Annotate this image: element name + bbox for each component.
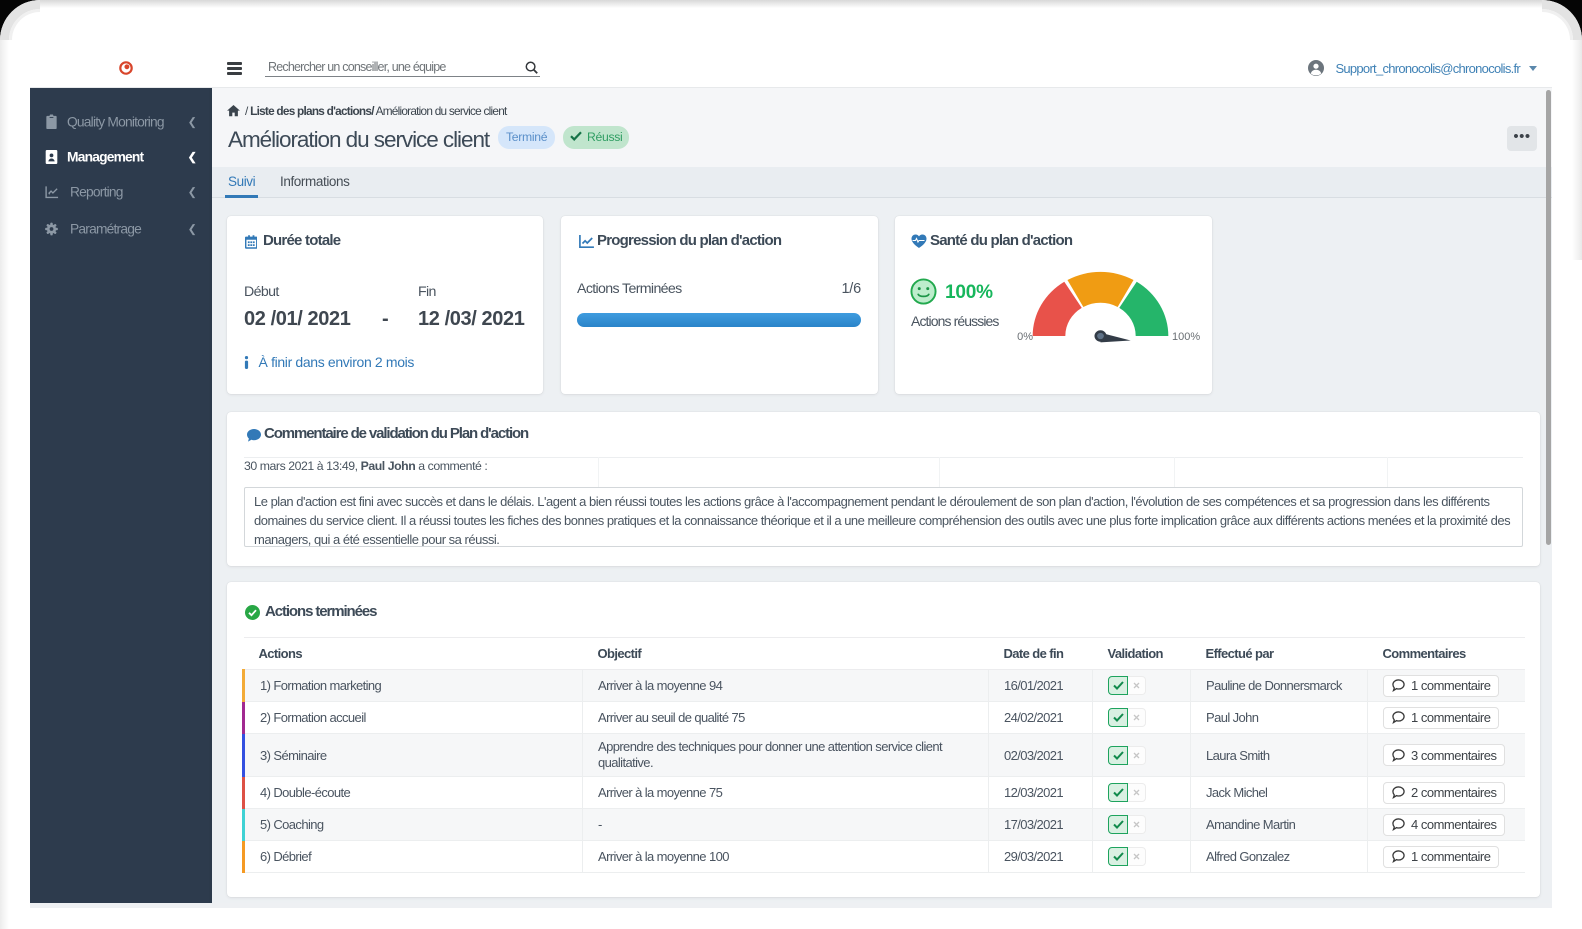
svg-text:100%: 100% xyxy=(1172,331,1200,343)
svg-text:0%: 0% xyxy=(1017,331,1033,343)
